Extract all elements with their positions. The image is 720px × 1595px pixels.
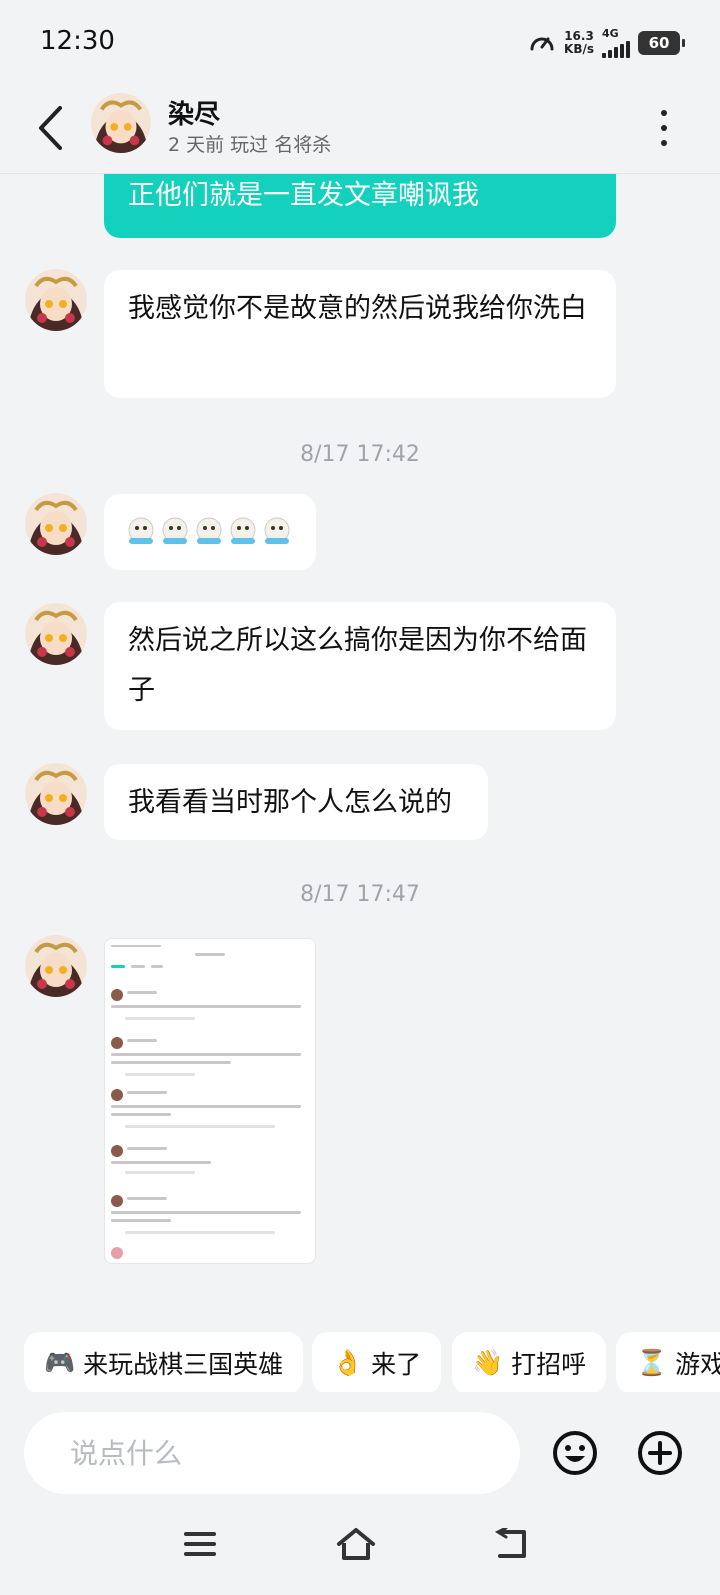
avatar[interactable] <box>24 268 88 332</box>
smiley-icon[interactable] <box>552 1430 598 1476</box>
quick-reply-label: 来了 <box>371 1350 422 1379</box>
nav-home-button[interactable] <box>334 1524 378 1564</box>
crying-stickers <box>126 516 294 546</box>
message-timestamp: 8/17 17:47 <box>300 882 420 907</box>
sticker-message-bubble[interactable] <box>104 494 316 570</box>
signal-icon <box>602 40 630 58</box>
system-nav-bar <box>0 1502 720 1595</box>
more-vertical-icon <box>661 110 667 116</box>
message-input[interactable] <box>24 1412 520 1494</box>
crying-emoji-icon <box>196 517 222 544</box>
network-type: 4G <box>602 27 619 40</box>
quick-reply-label: 来玩战棋三国英雄 <box>83 1350 284 1379</box>
signal-group: 4G <box>602 28 630 58</box>
chat-header: 染尽 2 天前 玩过 名将杀 <box>0 84 720 174</box>
home-icon <box>337 1528 375 1560</box>
chat-area[interactable]: 正他们就是一直发文章嘲讽我 我感觉你不是故意的然后说我给你洗白 8/17 17:… <box>0 174 720 1310</box>
battery-icon: 60 <box>638 31 685 55</box>
nav-menu-button[interactable] <box>178 1524 222 1564</box>
message-input-area <box>0 1392 720 1502</box>
avatar[interactable] <box>24 602 88 666</box>
crying-emoji-icon <box>264 517 290 544</box>
speedometer-icon <box>530 37 554 51</box>
message-bubble[interactable]: 我感觉你不是故意的然后说我给你洗白 <box>104 270 616 398</box>
contact-status: 2 天前 玩过 名将杀 <box>168 134 332 156</box>
message-bubble[interactable]: 然后说之所以这么搞你是因为你不给面子 <box>104 602 616 730</box>
crying-emoji-icon <box>128 517 154 544</box>
plus-circle-icon[interactable] <box>637 1430 683 1476</box>
battery-level: 60 <box>648 34 670 52</box>
status-icons: 16.3 KB/s 4G 60 <box>528 28 685 58</box>
status-time: 12:30 <box>40 26 115 56</box>
waving-hand-icon: 👋 <box>472 1348 504 1377</box>
quick-reply-play-game[interactable]: 🎮 来玩战棋三国英雄 <box>24 1332 304 1392</box>
network-speed: 16.3 KB/s <box>564 30 594 56</box>
gamepad-icon: 🎮 <box>44 1348 76 1377</box>
crying-emoji-icon <box>162 517 188 544</box>
back-icon <box>494 1528 526 1558</box>
message-timestamp: 8/17 17:42 <box>300 442 420 467</box>
status-bar: 12:30 16.3 KB/s 4G 60 <box>0 0 720 84</box>
ok-hand-icon: 👌 <box>332 1348 364 1377</box>
quick-reply-bar: 🎮 来玩战棋三国英雄 👌 来了 👋 打招呼 ⏳ 游戏 <box>0 1310 720 1392</box>
more-options-button[interactable] <box>654 106 674 150</box>
quick-reply-label: 打招呼 <box>511 1350 587 1379</box>
avatar[interactable] <box>24 934 88 998</box>
quick-reply-coming[interactable]: 👌 来了 <box>312 1332 442 1392</box>
own-message-bubble[interactable]: 正他们就是一直发文章嘲讽我 <box>104 174 616 238</box>
nav-back-button[interactable] <box>490 1524 534 1564</box>
avatar[interactable] <box>24 762 88 826</box>
screenshot-image-message[interactable] <box>104 938 316 1264</box>
avatar[interactable] <box>24 492 88 556</box>
network-speed-unit: KB/s <box>564 42 594 56</box>
quick-reply-game[interactable]: ⏳ 游戏 <box>616 1332 720 1392</box>
message-bubble[interactable]: 我看看当时那个人怎么说的 <box>104 764 488 840</box>
menu-icon <box>184 1532 216 1556</box>
quick-reply-label: 游戏 <box>675 1350 720 1379</box>
back-button[interactable] <box>30 102 70 154</box>
quick-reply-greet[interactable]: 👋 打招呼 <box>452 1332 607 1392</box>
chevron-left-icon <box>39 106 62 150</box>
contact-name: 染尽 <box>168 100 221 130</box>
avatar[interactable] <box>90 92 152 154</box>
hourglass-icon: ⏳ <box>636 1348 668 1377</box>
crying-emoji-icon <box>230 517 256 544</box>
